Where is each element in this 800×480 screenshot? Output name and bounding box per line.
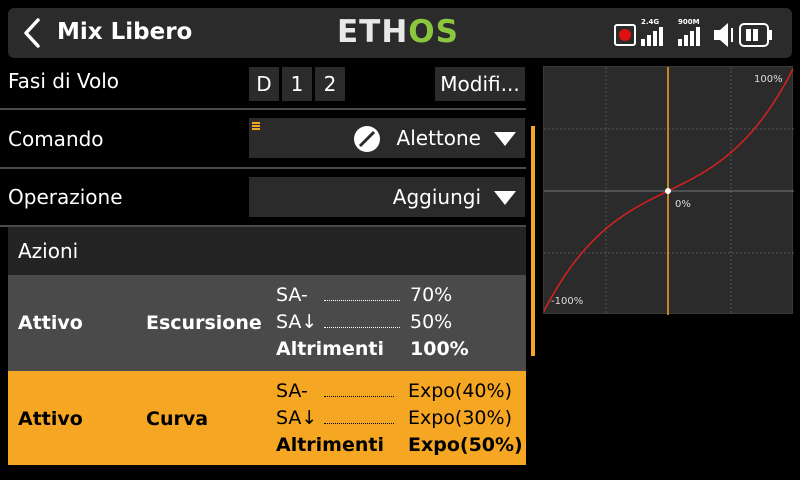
battery-icon — [739, 23, 772, 47]
condition-value: 70% — [410, 284, 453, 306]
back-button[interactable] — [14, 14, 50, 52]
condition-switch: SA- — [276, 380, 308, 402]
flight-mode-d-button[interactable]: D — [249, 67, 279, 101]
chevron-down-icon — [494, 191, 516, 205]
command-value: Alettone — [396, 126, 481, 150]
action-state: Attivo — [18, 312, 83, 334]
flight-modes-label: Fasi di Volo — [8, 69, 120, 93]
operation-label: Operazione — [8, 185, 123, 209]
band-2-4g-label: 2.4G — [641, 18, 659, 26]
chevron-left-icon — [24, 18, 40, 48]
condition-switch: Altrimenti — [276, 434, 384, 456]
leader-dots — [324, 423, 394, 424]
command-label: Comando — [8, 127, 104, 151]
signal-2-4g-icon — [641, 27, 663, 46]
condition-value: 50% — [410, 311, 453, 333]
status-bar: 2.4G 900M — [614, 16, 789, 50]
aileron-source-icon — [354, 126, 380, 152]
header-bar-area: Mix Libero ETHOS 2.4G 900M — [0, 0, 800, 66]
condition-value: 100% — [410, 338, 469, 360]
curve-center-point — [665, 188, 671, 194]
flight-mode-2-button[interactable]: 2 — [315, 67, 345, 101]
condition-switch: SA↓ — [276, 407, 318, 429]
condition-value: Expo(30%) — [408, 407, 512, 429]
condition-switch: Altrimenti — [276, 338, 384, 360]
divider — [0, 167, 526, 169]
operation-value: Aggiungi — [392, 185, 481, 209]
action-state: Attivo — [18, 408, 83, 430]
graph-label-top: 100% — [754, 74, 783, 85]
modify-flight-modes-button[interactable]: Modifi... — [435, 67, 525, 101]
flight-mode-1-button[interactable]: 1 — [282, 67, 312, 101]
condition-value: Expo(40%) — [408, 380, 512, 402]
graph-label-center: 0% — [675, 199, 691, 210]
graph-label-bottom: -100% — [551, 296, 583, 307]
condition-switch: SA- — [276, 284, 308, 306]
chevron-down-icon — [494, 132, 516, 146]
action-kind: Curva — [146, 408, 209, 430]
command-dropdown[interactable]: Alettone — [249, 118, 525, 158]
condition-value: Expo(50%) — [408, 434, 523, 456]
band-900m-label: 900M — [678, 18, 700, 26]
action-kind: Escursione — [146, 312, 262, 334]
divider — [0, 108, 526, 110]
operation-dropdown[interactable]: Aggiungi — [249, 177, 525, 217]
action-row-curve[interactable]: Attivo Curva SA- Expo(40%) SA↓ Expo(30%)… — [8, 371, 526, 465]
leader-dots — [324, 300, 400, 301]
condition-switch: SA↓ — [276, 311, 318, 333]
record-icon — [614, 24, 636, 46]
speaker-icon — [714, 23, 733, 47]
actions-title: Azioni — [18, 239, 79, 263]
action-row-weight[interactable]: Attivo Escursione SA- 70% SA↓ 50% Altrim… — [8, 275, 526, 371]
leader-dots — [324, 396, 394, 397]
leader-dots — [324, 327, 400, 328]
page-title: Mix Libero — [57, 19, 193, 45]
scrollbar[interactable] — [531, 126, 535, 356]
signal-900m-icon — [678, 27, 700, 46]
list-marker-icon — [252, 122, 260, 130]
curve-preview-graph: 100% 0% -100% — [543, 66, 794, 315]
actions-section-header: Azioni — [8, 227, 526, 275]
ethos-logo: ETHOS — [337, 14, 459, 50]
